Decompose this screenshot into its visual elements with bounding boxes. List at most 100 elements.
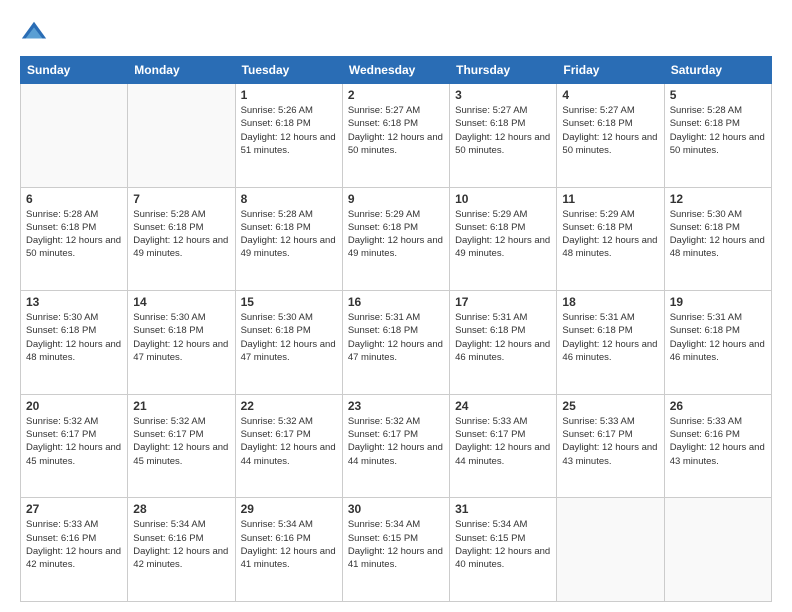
- calendar-cell: 22 Sunrise: 5:32 AM Sunset: 6:17 PM Dayli…: [235, 394, 342, 498]
- calendar-cell: 4Sunrise: 5:27 AM Sunset: 6:18 PM Daylig…: [557, 84, 664, 188]
- calendar-cell: 2 Sunrise: 5:27 AM Sunset: 6:18 PM Daylig…: [342, 84, 449, 188]
- day-number: 21: [133, 399, 229, 413]
- day-number: 11: [562, 192, 658, 206]
- calendar-cell: 27 Sunrise: 5:33 AM Sunset: 6:16 PM Dayli…: [21, 498, 128, 602]
- calendar-table: SundayMondayTuesdayWednesdayThursdayFrid…: [20, 56, 772, 602]
- calendar-cell: [664, 498, 771, 602]
- day-info: Sunrise: 5:31 AM Sunset: 6:18 PM Dayligh…: [455, 311, 551, 364]
- day-number: 29: [241, 502, 337, 516]
- day-info: Sunrise: 5:33 AM Sunset: 6:17 PM Dayligh…: [455, 415, 551, 468]
- day-number: 17: [455, 295, 551, 309]
- day-info: Sunrise: 5:32 AM Sunset: 6:17 PM Dayligh…: [133, 415, 229, 468]
- calendar-cell: 9 Sunrise: 5:29 AM Sunset: 6:18 PM Daylig…: [342, 187, 449, 291]
- day-number: 19: [670, 295, 766, 309]
- day-info: Sunrise: 5:28 AM Sunset: 6:18 PM Dayligh…: [241, 208, 337, 261]
- day-info: Sunrise: 5:29 AM Sunset: 6:18 PM Dayligh…: [562, 208, 658, 261]
- day-number: 7: [133, 192, 229, 206]
- calendar-cell: 18 Sunrise: 5:31 AM Sunset: 6:18 PM Dayli…: [557, 291, 664, 395]
- calendar-week-4: 27 Sunrise: 5:33 AM Sunset: 6:16 PM Dayli…: [21, 498, 772, 602]
- logo-icon: [20, 18, 48, 46]
- calendar-cell: 15 Sunrise: 5:30 AM Sunset: 6:18 PM Dayli…: [235, 291, 342, 395]
- calendar-cell: 31 Sunrise: 5:34 AM Sunset: 6:15 PM Dayli…: [450, 498, 557, 602]
- day-number: 5: [670, 88, 766, 102]
- day-info: Sunrise: 5:34 AM Sunset: 6:15 PM Dayligh…: [455, 518, 551, 571]
- day-number: 12: [670, 192, 766, 206]
- day-info: Sunrise: 5:32 AM Sunset: 6:17 PM Dayligh…: [348, 415, 444, 468]
- day-info: Sunrise: 5:31 AM Sunset: 6:18 PM Dayligh…: [348, 311, 444, 364]
- day-info: Sunrise: 5:34 AM Sunset: 6:16 PM Dayligh…: [133, 518, 229, 571]
- calendar-header-tuesday: Tuesday: [235, 57, 342, 84]
- day-number: 24: [455, 399, 551, 413]
- calendar-header-sunday: Sunday: [21, 57, 128, 84]
- day-info: Sunrise: 5:30 AM Sunset: 6:18 PM Dayligh…: [241, 311, 337, 364]
- calendar-cell: 16 Sunrise: 5:31 AM Sunset: 6:18 PM Dayli…: [342, 291, 449, 395]
- calendar-week-1: 6 Sunrise: 5:28 AM Sunset: 6:18 PM Daylig…: [21, 187, 772, 291]
- day-number: 1: [241, 88, 337, 102]
- calendar-header-monday: Monday: [128, 57, 235, 84]
- calendar-cell: 10Sunrise: 5:29 AM Sunset: 6:18 PM Dayli…: [450, 187, 557, 291]
- day-number: 30: [348, 502, 444, 516]
- day-info: Sunrise: 5:27 AM Sunset: 6:18 PM Dayligh…: [455, 104, 551, 157]
- day-info: Sunrise: 5:30 AM Sunset: 6:18 PM Dayligh…: [133, 311, 229, 364]
- calendar-week-3: 20Sunrise: 5:32 AM Sunset: 6:17 PM Dayli…: [21, 394, 772, 498]
- day-info: Sunrise: 5:33 AM Sunset: 6:16 PM Dayligh…: [26, 518, 122, 571]
- calendar-header-thursday: Thursday: [450, 57, 557, 84]
- calendar-cell: 6 Sunrise: 5:28 AM Sunset: 6:18 PM Daylig…: [21, 187, 128, 291]
- day-number: 15: [241, 295, 337, 309]
- calendar-header-row: SundayMondayTuesdayWednesdayThursdayFrid…: [21, 57, 772, 84]
- calendar-cell: 12 Sunrise: 5:30 AM Sunset: 6:18 PM Dayli…: [664, 187, 771, 291]
- calendar-cell: 14 Sunrise: 5:30 AM Sunset: 6:18 PM Dayli…: [128, 291, 235, 395]
- day-info: Sunrise: 5:29 AM Sunset: 6:18 PM Dayligh…: [455, 208, 551, 261]
- day-number: 14: [133, 295, 229, 309]
- calendar-cell: 1Sunrise: 5:26 AM Sunset: 6:18 PM Daylig…: [235, 84, 342, 188]
- header: [20, 18, 772, 46]
- day-number: 3: [455, 88, 551, 102]
- day-number: 28: [133, 502, 229, 516]
- calendar-cell: 23Sunrise: 5:32 AM Sunset: 6:17 PM Dayli…: [342, 394, 449, 498]
- calendar-cell: 29 Sunrise: 5:34 AM Sunset: 6:16 PM Dayli…: [235, 498, 342, 602]
- logo: [20, 18, 52, 46]
- calendar-cell: 7Sunrise: 5:28 AM Sunset: 6:18 PM Daylig…: [128, 187, 235, 291]
- day-info: Sunrise: 5:30 AM Sunset: 6:18 PM Dayligh…: [670, 208, 766, 261]
- day-info: Sunrise: 5:33 AM Sunset: 6:16 PM Dayligh…: [670, 415, 766, 468]
- calendar-cell: 21 Sunrise: 5:32 AM Sunset: 6:17 PM Dayli…: [128, 394, 235, 498]
- day-info: Sunrise: 5:27 AM Sunset: 6:18 PM Dayligh…: [348, 104, 444, 157]
- calendar-header-friday: Friday: [557, 57, 664, 84]
- day-info: Sunrise: 5:32 AM Sunset: 6:17 PM Dayligh…: [241, 415, 337, 468]
- calendar-cell: 17 Sunrise: 5:31 AM Sunset: 6:18 PM Dayli…: [450, 291, 557, 395]
- day-info: Sunrise: 5:31 AM Sunset: 6:18 PM Dayligh…: [670, 311, 766, 364]
- day-number: 16: [348, 295, 444, 309]
- calendar-cell: 8Sunrise: 5:28 AM Sunset: 6:18 PM Daylig…: [235, 187, 342, 291]
- calendar-week-0: 1Sunrise: 5:26 AM Sunset: 6:18 PM Daylig…: [21, 84, 772, 188]
- day-info: Sunrise: 5:29 AM Sunset: 6:18 PM Dayligh…: [348, 208, 444, 261]
- day-number: 18: [562, 295, 658, 309]
- calendar-header-wednesday: Wednesday: [342, 57, 449, 84]
- day-info: Sunrise: 5:27 AM Sunset: 6:18 PM Dayligh…: [562, 104, 658, 157]
- day-info: Sunrise: 5:28 AM Sunset: 6:18 PM Dayligh…: [26, 208, 122, 261]
- page: SundayMondayTuesdayWednesdayThursdayFrid…: [0, 0, 792, 612]
- day-number: 27: [26, 502, 122, 516]
- day-info: Sunrise: 5:30 AM Sunset: 6:18 PM Dayligh…: [26, 311, 122, 364]
- day-info: Sunrise: 5:34 AM Sunset: 6:16 PM Dayligh…: [241, 518, 337, 571]
- day-number: 2: [348, 88, 444, 102]
- day-number: 6: [26, 192, 122, 206]
- day-number: 22: [241, 399, 337, 413]
- calendar-cell: 20Sunrise: 5:32 AM Sunset: 6:17 PM Dayli…: [21, 394, 128, 498]
- calendar-cell: 25Sunrise: 5:33 AM Sunset: 6:17 PM Dayli…: [557, 394, 664, 498]
- day-number: 9: [348, 192, 444, 206]
- calendar-cell: [128, 84, 235, 188]
- day-info: Sunrise: 5:31 AM Sunset: 6:18 PM Dayligh…: [562, 311, 658, 364]
- day-number: 13: [26, 295, 122, 309]
- calendar-cell: 24 Sunrise: 5:33 AM Sunset: 6:17 PM Dayli…: [450, 394, 557, 498]
- day-number: 31: [455, 502, 551, 516]
- day-info: Sunrise: 5:28 AM Sunset: 6:18 PM Dayligh…: [670, 104, 766, 157]
- calendar-cell: [557, 498, 664, 602]
- calendar-week-2: 13 Sunrise: 5:30 AM Sunset: 6:18 PM Dayli…: [21, 291, 772, 395]
- calendar-cell: 13 Sunrise: 5:30 AM Sunset: 6:18 PM Dayli…: [21, 291, 128, 395]
- day-info: Sunrise: 5:34 AM Sunset: 6:15 PM Dayligh…: [348, 518, 444, 571]
- calendar-header-saturday: Saturday: [664, 57, 771, 84]
- day-number: 26: [670, 399, 766, 413]
- day-info: Sunrise: 5:33 AM Sunset: 6:17 PM Dayligh…: [562, 415, 658, 468]
- calendar-cell: 28 Sunrise: 5:34 AM Sunset: 6:16 PM Dayli…: [128, 498, 235, 602]
- calendar-cell: 3 Sunrise: 5:27 AM Sunset: 6:18 PM Daylig…: [450, 84, 557, 188]
